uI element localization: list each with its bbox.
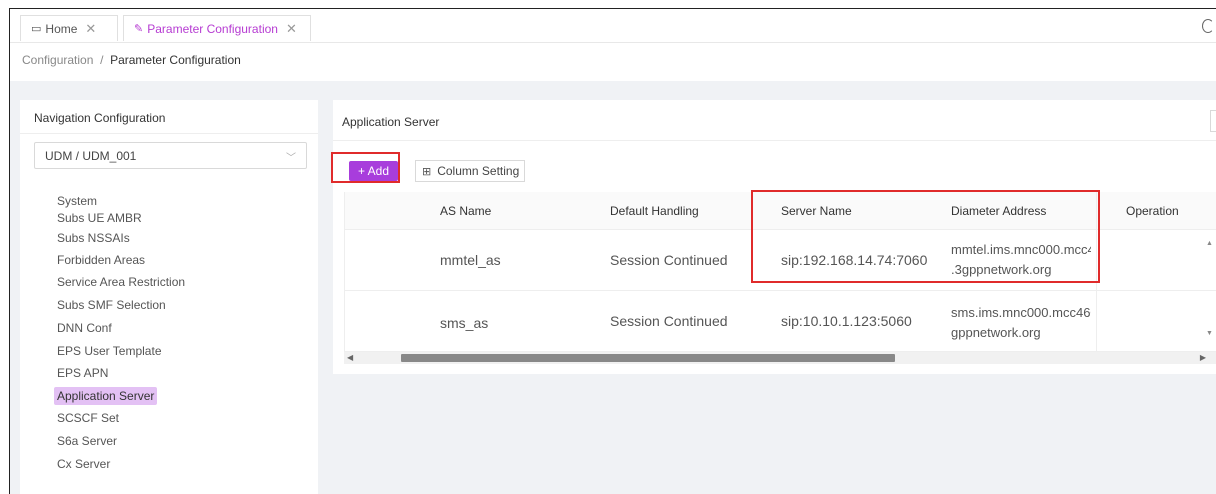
ne-select[interactable]: UDM / UDM_001 ﹀ — [34, 142, 307, 169]
grid-icon: ⊞ — [422, 165, 432, 178]
refresh-icon[interactable] — [1202, 19, 1214, 33]
nav-item-forbidden-areas[interactable]: Forbidden Areas — [54, 251, 148, 269]
tab-home[interactable]: ▭ Home ✕ — [20, 15, 118, 41]
server-columns-highlight — [751, 190, 1100, 283]
scrollbar-thumb[interactable] — [401, 354, 895, 362]
breadcrumb-current: Parameter Configuration — [110, 53, 241, 67]
tab-parameter-configuration[interactable]: ✎ Parameter Configuration ✕ — [123, 15, 311, 41]
close-icon[interactable]: ✕ — [85, 21, 96, 37]
cell-diameter-line-2: gppnetwork.org — [951, 325, 1041, 340]
monitor-icon: ▭ — [31, 23, 42, 35]
nav-item-subs-smf-selection[interactable]: Subs SMF Selection — [54, 296, 169, 314]
breadcrumb: Configuration / Parameter Configuration — [10, 43, 1216, 81]
nav-item-system[interactable]: System — [54, 192, 100, 210]
column-setting-label: Column Setting — [437, 164, 520, 178]
nav-item-subs-ue-ambr[interactable]: Subs UE AMBR — [54, 209, 145, 227]
panel-title: Application Server — [342, 115, 440, 129]
chevron-down-icon: ﹀ — [286, 153, 296, 164]
tab-home-label: Home — [45, 21, 78, 36]
cell-default-handling: Session Continued — [610, 252, 728, 268]
edit-icon: ✎ — [134, 23, 144, 35]
cell-server-name: sip:10.10.1.123:5060 — [781, 313, 912, 329]
nav-item-cx-server[interactable]: Cx Server — [54, 455, 113, 473]
nav-item-application-server[interactable]: Application Server — [54, 387, 158, 405]
nav-item-service-area-restriction[interactable]: Service Area Restriction — [54, 273, 188, 291]
divider — [20, 133, 318, 134]
breadcrumb-root[interactable]: Configuration — [22, 53, 93, 67]
nav-item-eps-apn[interactable]: EPS APN — [54, 364, 111, 382]
nav-item-s6a-server[interactable]: S6a Server — [54, 432, 120, 450]
panel-action-button[interactable] — [1210, 110, 1216, 132]
nav-item-dnn-conf[interactable]: DNN Conf — [54, 319, 115, 337]
close-icon[interactable]: ✕ — [286, 21, 297, 37]
column-divider — [344, 192, 345, 352]
navigation-title: Navigation Configuration — [34, 111, 166, 125]
vertical-scrollbar[interactable]: ▲ ▼ — [1206, 230, 1214, 352]
column-setting-button[interactable]: ⊞ Column Setting — [415, 160, 525, 182]
header-default-handling[interactable]: Default Handling — [610, 204, 699, 218]
header-operation: Operation — [1126, 204, 1179, 218]
ne-select-value: UDM / UDM_001 — [45, 149, 137, 163]
cell-as-name: mmtel_as — [440, 252, 501, 268]
scroll-up-icon[interactable]: ▲ — [1206, 240, 1213, 247]
nav-item-subs-nssais[interactable]: Subs NSSAIs — [54, 229, 133, 247]
cell-diameter-line-1: sms.ims.mnc000.mcc460. — [951, 305, 1091, 320]
add-button-highlight — [331, 152, 400, 183]
table-row[interactable]: sms_as Session Continued sip:10.10.1.123… — [344, 291, 1216, 352]
scroll-down-icon[interactable]: ▼ — [1206, 330, 1213, 337]
horizontal-scrollbar[interactable]: ◀ ▶ — [344, 352, 1216, 364]
divider — [333, 140, 1216, 141]
scroll-left-icon[interactable]: ◀ — [347, 353, 353, 362]
tab-bar: ▭ Home ✕ ✎ Parameter Configuration ✕ — [10, 9, 1216, 43]
scroll-right-icon[interactable]: ▶ — [1200, 353, 1206, 362]
nav-item-scscf-set[interactable]: SCSCF Set — [54, 409, 122, 427]
cell-diameter-address: sms.ims.mnc000.mcc460. gppnetwork.org — [951, 303, 1091, 343]
cell-default-handling: Session Continued — [610, 313, 728, 329]
tab-parameter-configuration-label: Parameter Configuration — [147, 21, 278, 36]
header-as-name[interactable]: AS Name — [440, 204, 491, 218]
breadcrumb-separator: / — [100, 53, 104, 67]
nav-item-eps-user-template[interactable]: EPS User Template — [54, 342, 165, 360]
cell-as-name: sms_as — [440, 315, 489, 331]
navigation-panel: Navigation Configuration UDM / UDM_001 ﹀… — [20, 100, 318, 494]
